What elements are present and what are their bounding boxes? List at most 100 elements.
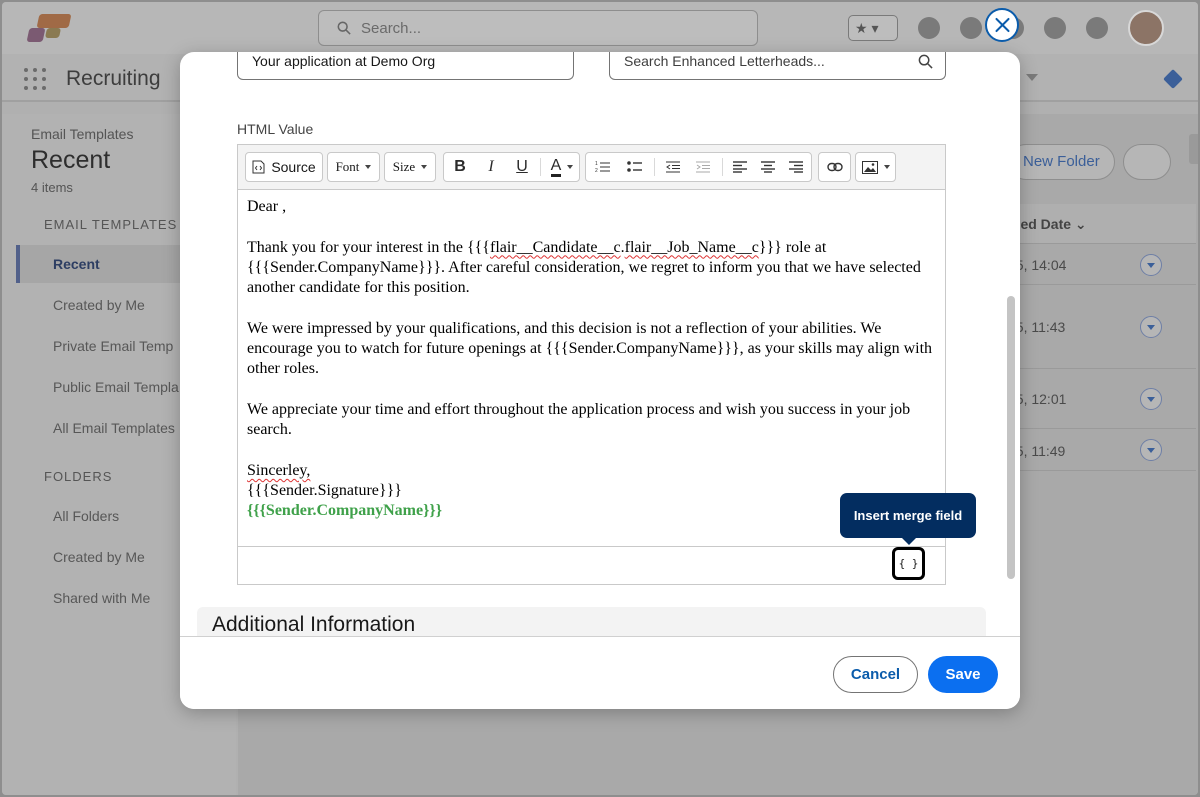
increase-indent-icon[interactable] — [688, 153, 718, 181]
svg-text:2: 2 — [595, 168, 598, 174]
image-icon — [861, 160, 878, 174]
toolbar-divider — [540, 158, 541, 176]
align-right-icon[interactable] — [782, 153, 810, 181]
chevron-down-icon — [883, 165, 890, 169]
toolbar-divider — [722, 158, 723, 176]
letterhead-search-placeholder: Search Enhanced Letterheads... — [624, 53, 825, 69]
company-merge-field: {{{Sender.CompanyName}}} — [247, 502, 443, 520]
bell-icon[interactable] — [1086, 17, 1108, 39]
table-row[interactable]: 25, 14:04 — [1008, 245, 1196, 285]
link-button[interactable] — [818, 152, 851, 182]
add-icon[interactable] — [918, 17, 940, 39]
sidebar-item-folders-created-by-me[interactable]: Created by Me — [53, 549, 145, 565]
toolbar-divider — [654, 158, 655, 176]
letterhead-search-input[interactable]: Search Enhanced Letterheads... — [609, 52, 946, 80]
panel-edge — [1189, 134, 1198, 164]
font-dropdown-label: Font — [335, 159, 360, 174]
edit-nav-icon[interactable] — [1163, 69, 1183, 89]
subject-field-value: Your application at Demo Org — [252, 53, 436, 69]
align-left-icon[interactable] — [726, 153, 754, 181]
insert-merge-field-tooltip: Insert merge field — [840, 493, 976, 545]
bulleted-list-icon[interactable] — [620, 153, 650, 181]
greeting-line: Dear , — [247, 198, 287, 215]
save-button[interactable]: Save — [928, 656, 998, 693]
paragraph-3: We appreciate your time and effort throu… — [247, 400, 911, 439]
favorites-star-icon[interactable]: ★ ▾ — [848, 15, 898, 41]
sidebar-item-all-folders[interactable]: All Folders — [53, 508, 119, 524]
close-icon[interactable] — [985, 8, 1019, 42]
modal-scrollbar[interactable] — [1007, 296, 1015, 579]
table-row[interactable]: 25, 11:49 — [1008, 429, 1196, 471]
sidebar-item-created-by-me[interactable]: Created by Me — [53, 297, 145, 313]
paragraph-1-start: Thank you for your interest in the {{{ — [247, 238, 490, 256]
sidebar-item-recent[interactable]: Recent — [53, 256, 100, 272]
chevron-down-icon — [365, 165, 372, 169]
decrease-indent-icon[interactable] — [658, 153, 688, 181]
global-search-placeholder: Search... — [361, 20, 422, 37]
modal-footer: Cancel Save — [180, 636, 1020, 709]
editor-footer: { } — [238, 546, 945, 584]
closing-text: Sincerley, — [247, 461, 311, 479]
search-icon — [918, 54, 933, 69]
avatar[interactable] — [1128, 10, 1164, 46]
global-search[interactable]: Search... — [318, 10, 758, 46]
chevron-down-icon: ⌄ — [1074, 216, 1087, 232]
gear-icon[interactable] — [1044, 17, 1066, 39]
paragraph-format-group: 12 — [585, 152, 812, 182]
row-actions-chevron-icon[interactable] — [1140, 388, 1162, 410]
sidebar-item-all-templates[interactable]: All Email Templates — [53, 420, 175, 436]
search-icon — [337, 21, 351, 35]
svg-text:1: 1 — [595, 161, 598, 167]
paragraph-1: Thank you for your interest in the {{{fl… — [247, 238, 936, 299]
size-dropdown-label: Size — [392, 159, 416, 174]
italic-icon[interactable]: I — [477, 153, 505, 181]
app-logo — [26, 14, 72, 44]
link-icon — [826, 162, 843, 172]
insert-merge-field-button[interactable]: { } — [892, 547, 925, 580]
text-color-icon[interactable]: A — [544, 153, 580, 181]
merge-field-candidate: flair__Candidate__c — [489, 238, 621, 256]
chevron-down-icon[interactable] — [1026, 74, 1038, 81]
app-name: Recruiting — [66, 67, 161, 90]
column-header-modified-date[interactable]: ified Date ⌄ — [1008, 204, 1196, 244]
new-folder-button[interactable]: New Folder — [1008, 144, 1115, 180]
trailhead-icon[interactable] — [960, 17, 982, 39]
paragraph-2: We were impressed by your qualifications… — [247, 319, 933, 378]
section-heading-email-templates: EMAIL TEMPLATES — [44, 217, 178, 232]
underline-icon[interactable]: U — [508, 153, 536, 181]
align-center-icon[interactable] — [754, 153, 782, 181]
section-title: Additional Information — [212, 613, 416, 636]
row-actions-chevron-icon[interactable] — [1140, 439, 1162, 461]
editor-body[interactable]: Dear , Thank you for your interest in th… — [238, 191, 945, 546]
merge-field-job-name: flair__Job_Name__c — [624, 238, 759, 256]
row-actions-chevron-icon[interactable] — [1140, 316, 1162, 338]
sidebar-item-private-templates[interactable]: Private Email Temp — [53, 338, 173, 354]
bold-icon[interactable]: B — [446, 153, 474, 181]
editor-toolbar: Source Font Size B I U A 12 — [238, 145, 945, 190]
font-dropdown[interactable]: Font — [327, 152, 380, 182]
source-button[interactable]: Source — [245, 152, 323, 182]
sidebar-item-public-templates[interactable]: Public Email Templa — [53, 379, 179, 395]
source-code-icon — [252, 160, 265, 174]
text-format-group: B I U A — [443, 152, 580, 182]
edit-email-template-modal: Your application at Demo Org Search Enha… — [180, 52, 1020, 709]
app-launcher-icon[interactable] — [24, 68, 46, 90]
numbered-list-icon[interactable]: 12 — [588, 153, 618, 181]
signature-merge-field: {{{Sender.Signature}}} — [247, 482, 402, 500]
closing-line: Sincerley, — [247, 461, 936, 481]
cancel-button[interactable]: Cancel — [833, 656, 918, 693]
item-count: 4 items — [31, 180, 73, 195]
table-row[interactable]: 25, 11:43 — [1008, 285, 1196, 369]
object-label: Email Templates — [31, 126, 134, 142]
section-heading-folders: FOLDERS — [44, 469, 113, 484]
sidebar-item-shared-with-me[interactable]: Shared with Me — [53, 590, 150, 606]
source-button-label: Source — [271, 159, 316, 175]
subject-field[interactable]: Your application at Demo Org — [237, 52, 574, 80]
row-actions-chevron-icon[interactable] — [1140, 254, 1162, 276]
chevron-down-icon — [421, 165, 428, 169]
insert-image-button[interactable] — [855, 152, 896, 182]
table-row[interactable]: 25, 12:01 — [1008, 369, 1196, 429]
page-title: Recent — [31, 146, 111, 174]
settings-dropdown-button[interactable] — [1123, 144, 1171, 180]
size-dropdown[interactable]: Size — [384, 152, 436, 182]
